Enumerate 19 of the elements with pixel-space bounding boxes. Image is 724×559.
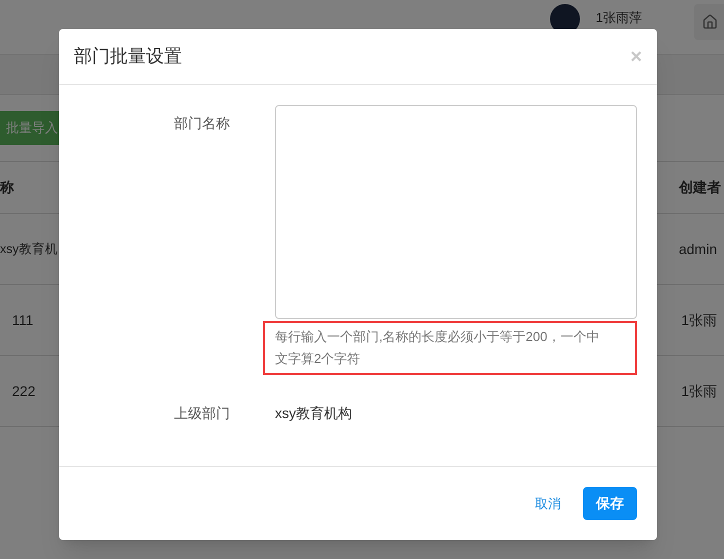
column-header: 创建者 [679, 178, 722, 197]
field-label: 上级部门 [173, 404, 231, 423]
table-cell-text: 1张雨 [681, 310, 718, 330]
field-label: 部门名称 [173, 114, 231, 133]
field-value: xsy教育机构 [275, 404, 352, 423]
table-cell-text: 111 [11, 310, 34, 330]
table-cell-text: xsy教育机 [0, 240, 58, 258]
dialog-title: 部门批量设置 [74, 45, 182, 68]
save-button[interactable]: 保存 [583, 487, 637, 520]
textarea-field[interactable] [275, 105, 637, 319]
table-cell-text: 1张雨 [681, 382, 718, 400]
cancel-link[interactable]: 取消 [535, 494, 561, 514]
home-button[interactable] [694, 4, 724, 40]
hint-text: 每行输入一个部门,名称的长度必须小于等于200，一个中文字算2个字符 [275, 328, 600, 368]
table-cell-text: 222 [11, 382, 36, 400]
home-icon [702, 14, 718, 30]
table-cell-text: admin [678, 240, 718, 258]
user-name[interactable]: 1张雨萍 [596, 8, 642, 28]
column-header: 称 [0, 178, 14, 197]
